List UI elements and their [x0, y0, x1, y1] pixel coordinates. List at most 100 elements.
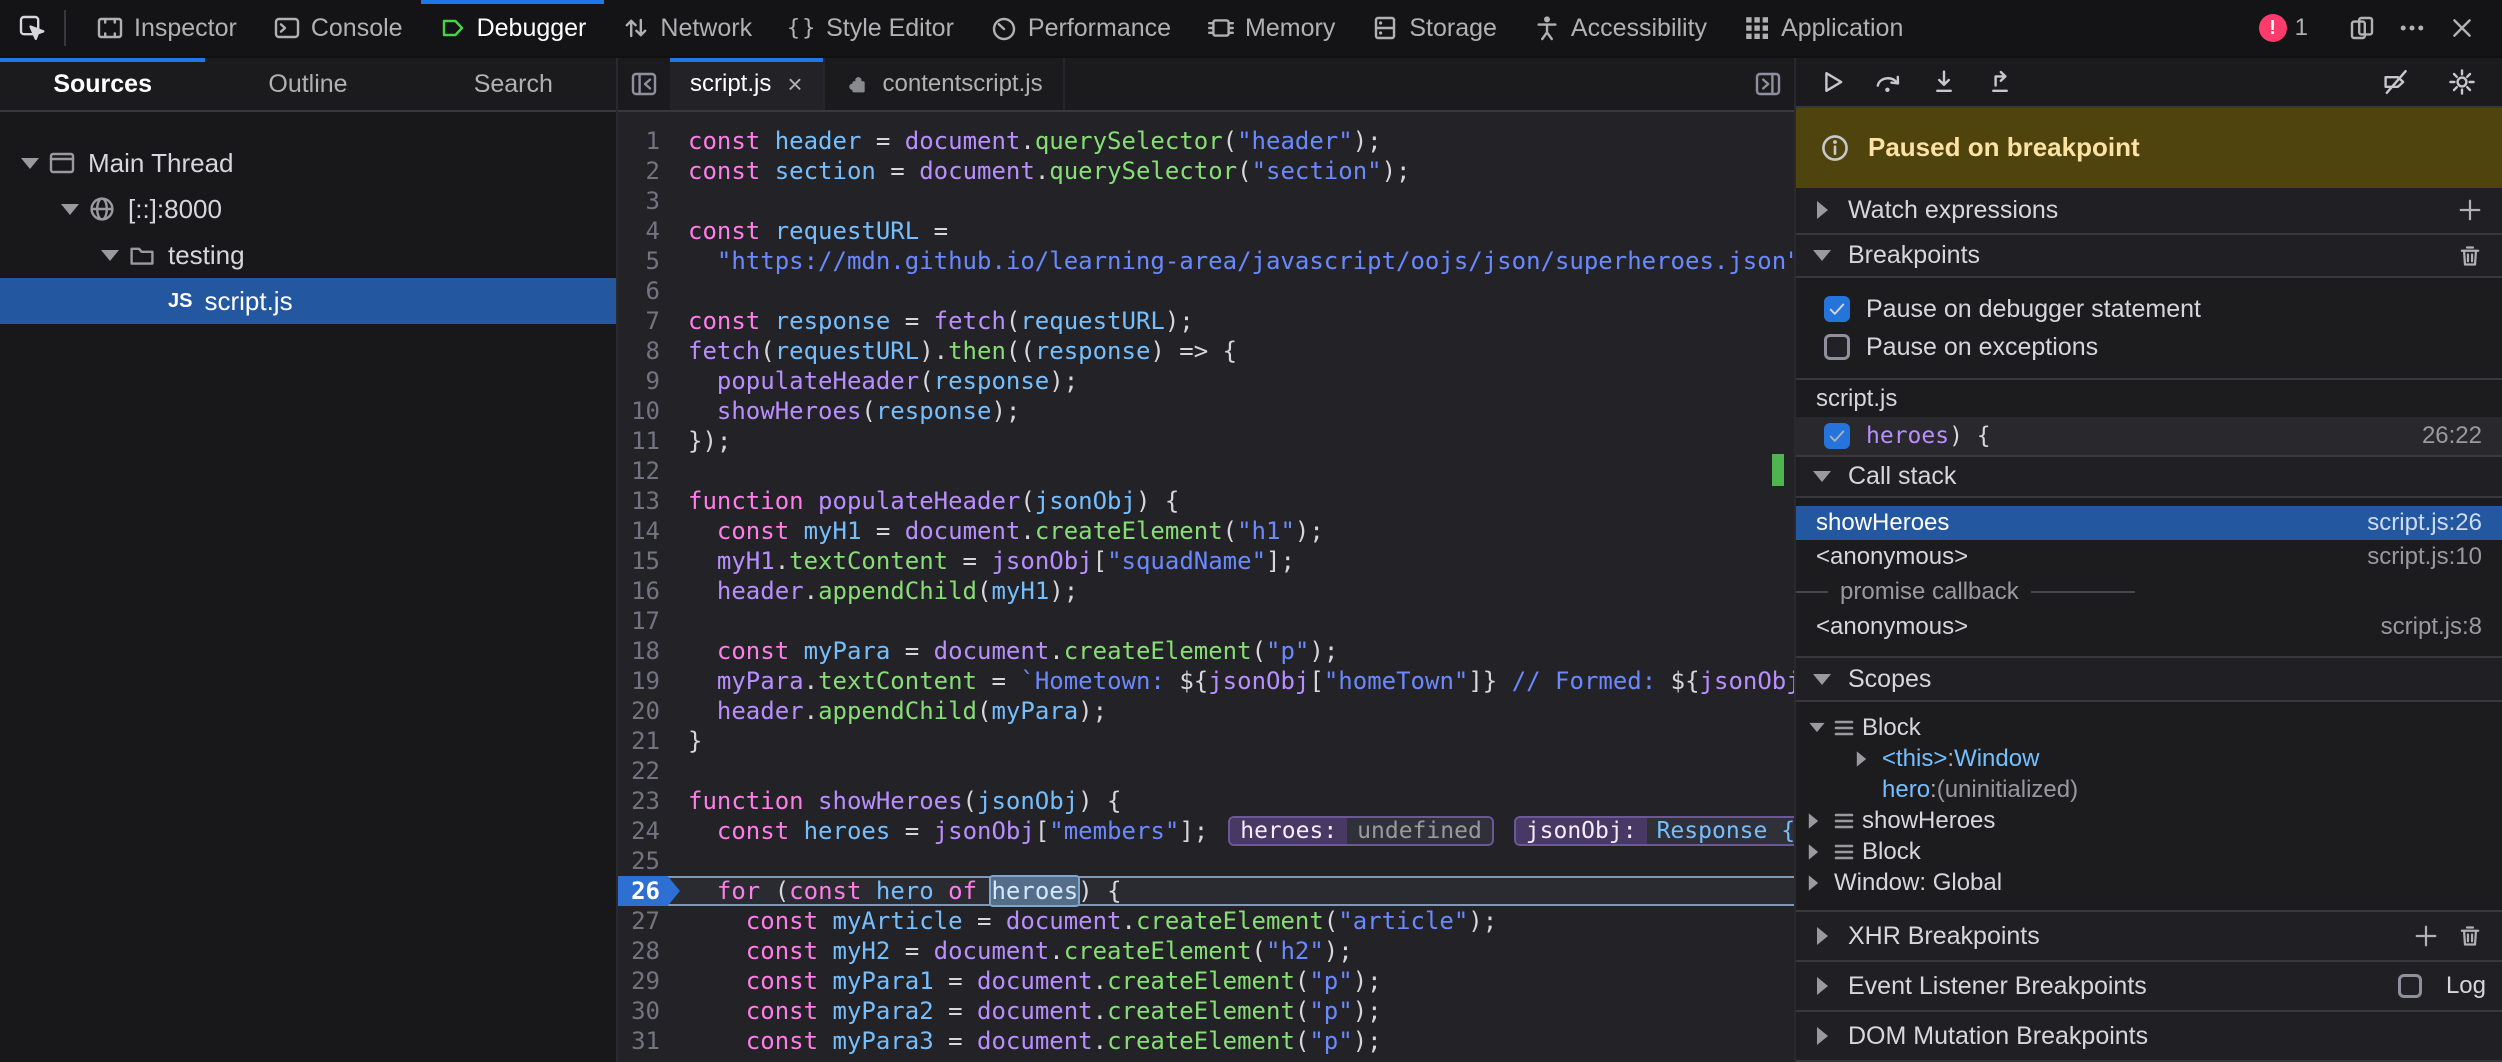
line-content[interactable]: "https://mdn.github.io/learning-area/jav…: [680, 246, 1794, 276]
line-number[interactable]: 20: [618, 696, 680, 726]
line-content[interactable]: function populateHeader(jsonObj) {: [680, 486, 1794, 516]
tab-accessibility[interactable]: Accessibility: [1515, 0, 1725, 56]
tab-debugger[interactable]: Debugger: [421, 0, 605, 56]
scope-row-showheroes[interactable]: showHeroes: [1796, 805, 2502, 836]
log-events-checkbox[interactable]: [2398, 974, 2422, 998]
line-number[interactable]: 23: [618, 786, 680, 816]
line-content[interactable]: }: [680, 726, 1794, 756]
scope-row-this-window[interactable]: <this>: Window: [1796, 743, 2502, 774]
code-editor[interactable]: 1const header = document.querySelector("…: [618, 112, 1794, 1062]
line-content[interactable]: function showHeroes(jsonObj) {: [680, 786, 1794, 816]
line-content[interactable]: const myArticle = document.createElement…: [680, 906, 1794, 936]
source-tree-item-main-thread[interactable]: Main Thread: [0, 140, 616, 186]
tab-search[interactable]: Search: [411, 58, 616, 110]
line-content[interactable]: [680, 606, 1794, 636]
line-number[interactable]: 2: [618, 156, 680, 186]
breakpoint-item[interactable]: heroes) {26:22: [1796, 417, 2502, 455]
call-stack-frame-anonymous[interactable]: <anonymous>script.js:8: [1796, 610, 2502, 644]
xhr-breakpoints-header[interactable]: XHR Breakpoints: [1796, 912, 2502, 962]
line-number[interactable]: 11: [618, 426, 680, 456]
line-number[interactable]: 4: [618, 216, 680, 246]
event-listener-breakpoints-header[interactable]: Event Listener Breakpoints Log: [1796, 962, 2502, 1012]
source-tree-item-script-js[interactable]: JSscript.js: [0, 278, 616, 324]
close-devtools-button[interactable]: [2446, 12, 2478, 44]
source-tree-item-8000[interactable]: [::]:8000: [0, 186, 616, 232]
editor-tab-script-js[interactable]: script.js×: [670, 58, 825, 110]
line-number[interactable]: 27: [618, 906, 680, 936]
line-content[interactable]: myH1.textContent = jsonObj["squadName"];: [680, 546, 1794, 576]
line-number[interactable]: 30: [618, 996, 680, 1026]
debugger-settings-button[interactable]: [2438, 58, 2486, 106]
chevron-right-icon[interactable]: [1856, 750, 1882, 768]
line-content[interactable]: header.appendChild(myH1);: [680, 576, 1794, 606]
line-number[interactable]: 14: [618, 516, 680, 546]
line-number[interactable]: 13: [618, 486, 680, 516]
chevron-down-icon[interactable]: [56, 204, 84, 215]
tab-inspector[interactable]: Inspector: [78, 0, 255, 56]
line-number[interactable]: 24: [618, 816, 680, 846]
line-content[interactable]: const heroes = jsonObj["members"];heroes…: [680, 816, 1794, 846]
tab-outline[interactable]: Outline: [205, 58, 410, 110]
line-content[interactable]: });: [680, 426, 1794, 456]
chevron-right-icon[interactable]: [1808, 874, 1834, 892]
paused-line-marker[interactable]: 26: [618, 876, 680, 906]
tab-memory[interactable]: Memory: [1189, 0, 1353, 56]
line-number[interactable]: 16: [618, 576, 680, 606]
pick-element-button[interactable]: [0, 0, 64, 56]
line-number[interactable]: 10: [618, 396, 680, 426]
option-pause-on-exceptions[interactable]: Pause on exceptions: [1796, 328, 2502, 366]
close-tab-icon[interactable]: ×: [787, 71, 802, 97]
line-number[interactable]: 25: [618, 846, 680, 876]
resume-button[interactable]: [1808, 58, 1856, 106]
line-content[interactable]: const myPara3 = document.createElement("…: [680, 1026, 1794, 1056]
line-number[interactable]: 7: [618, 306, 680, 336]
line-number[interactable]: 6: [618, 276, 680, 306]
step-in-button[interactable]: [1920, 58, 1968, 106]
tab-storage[interactable]: Storage: [1353, 0, 1515, 56]
line-number[interactable]: 12: [618, 456, 680, 486]
inline-preview-badge[interactable]: jsonObj:Response { type: "co: [1514, 816, 1794, 846]
step-over-button[interactable]: [1864, 58, 1912, 106]
line-number[interactable]: 17: [618, 606, 680, 636]
line-content[interactable]: const myH1 = document.createElement("h1"…: [680, 516, 1794, 546]
line-content[interactable]: showHeroes(response);: [680, 396, 1794, 426]
line-number[interactable]: 18: [618, 636, 680, 666]
breakpoints-header[interactable]: Breakpoints: [1796, 235, 2502, 279]
line-number[interactable]: 22: [618, 756, 680, 786]
line-number[interactable]: 15: [618, 546, 680, 576]
deactivate-breakpoints-button[interactable]: [2372, 58, 2420, 106]
source-tree-item-testing[interactable]: testing: [0, 232, 616, 278]
line-number[interactable]: 5: [618, 246, 680, 276]
tab-style-editor[interactable]: {}Style Editor: [770, 0, 972, 56]
line-content[interactable]: [680, 756, 1794, 786]
split-window-button[interactable]: [2346, 12, 2378, 44]
line-content[interactable]: for (const hero of heroes) {: [680, 876, 1794, 906]
checkbox-checked[interactable]: [1824, 296, 1850, 322]
line-number[interactable]: 28: [618, 936, 680, 966]
expand-panes-button[interactable]: [1742, 58, 1794, 110]
tab-console[interactable]: Console: [255, 0, 421, 56]
tab-application[interactable]: Application: [1725, 0, 1921, 56]
collapse-sources-panel-button[interactable]: [618, 58, 670, 110]
scope-row-block[interactable]: Block: [1796, 836, 2502, 867]
line-content[interactable]: const response = fetch(requestURL);: [680, 306, 1794, 336]
call-stack-frame-showheroes[interactable]: showHeroesscript.js:26: [1796, 506, 2502, 540]
line-content[interactable]: [680, 456, 1794, 486]
chevron-down-icon[interactable]: [16, 158, 44, 169]
scope-row-window-global[interactable]: Window: Global: [1796, 867, 2502, 898]
line-content[interactable]: const myPara2 = document.createElement("…: [680, 996, 1794, 1026]
chevron-right-icon[interactable]: [1808, 812, 1834, 830]
scope-row-block[interactable]: Block: [1796, 712, 2502, 743]
line-content[interactable]: [680, 276, 1794, 306]
line-content[interactable]: [680, 186, 1794, 216]
tab-sources[interactable]: Sources: [0, 58, 205, 110]
line-number[interactable]: 3: [618, 186, 680, 216]
add-watch-expression-button[interactable]: [2454, 194, 2486, 226]
line-content[interactable]: const section = document.querySelector("…: [680, 156, 1794, 186]
line-content[interactable]: const myH2 = document.createElement("h2"…: [680, 936, 1794, 966]
call-stack-header[interactable]: Call stack: [1796, 455, 2502, 499]
checkbox-checked[interactable]: [1824, 423, 1850, 449]
editor-tab-contentscript-js[interactable]: contentscript.js: [825, 58, 1065, 110]
line-content[interactable]: const requestURL =: [680, 216, 1794, 246]
remove-xhr-breakpoints-button[interactable]: [2454, 920, 2486, 952]
